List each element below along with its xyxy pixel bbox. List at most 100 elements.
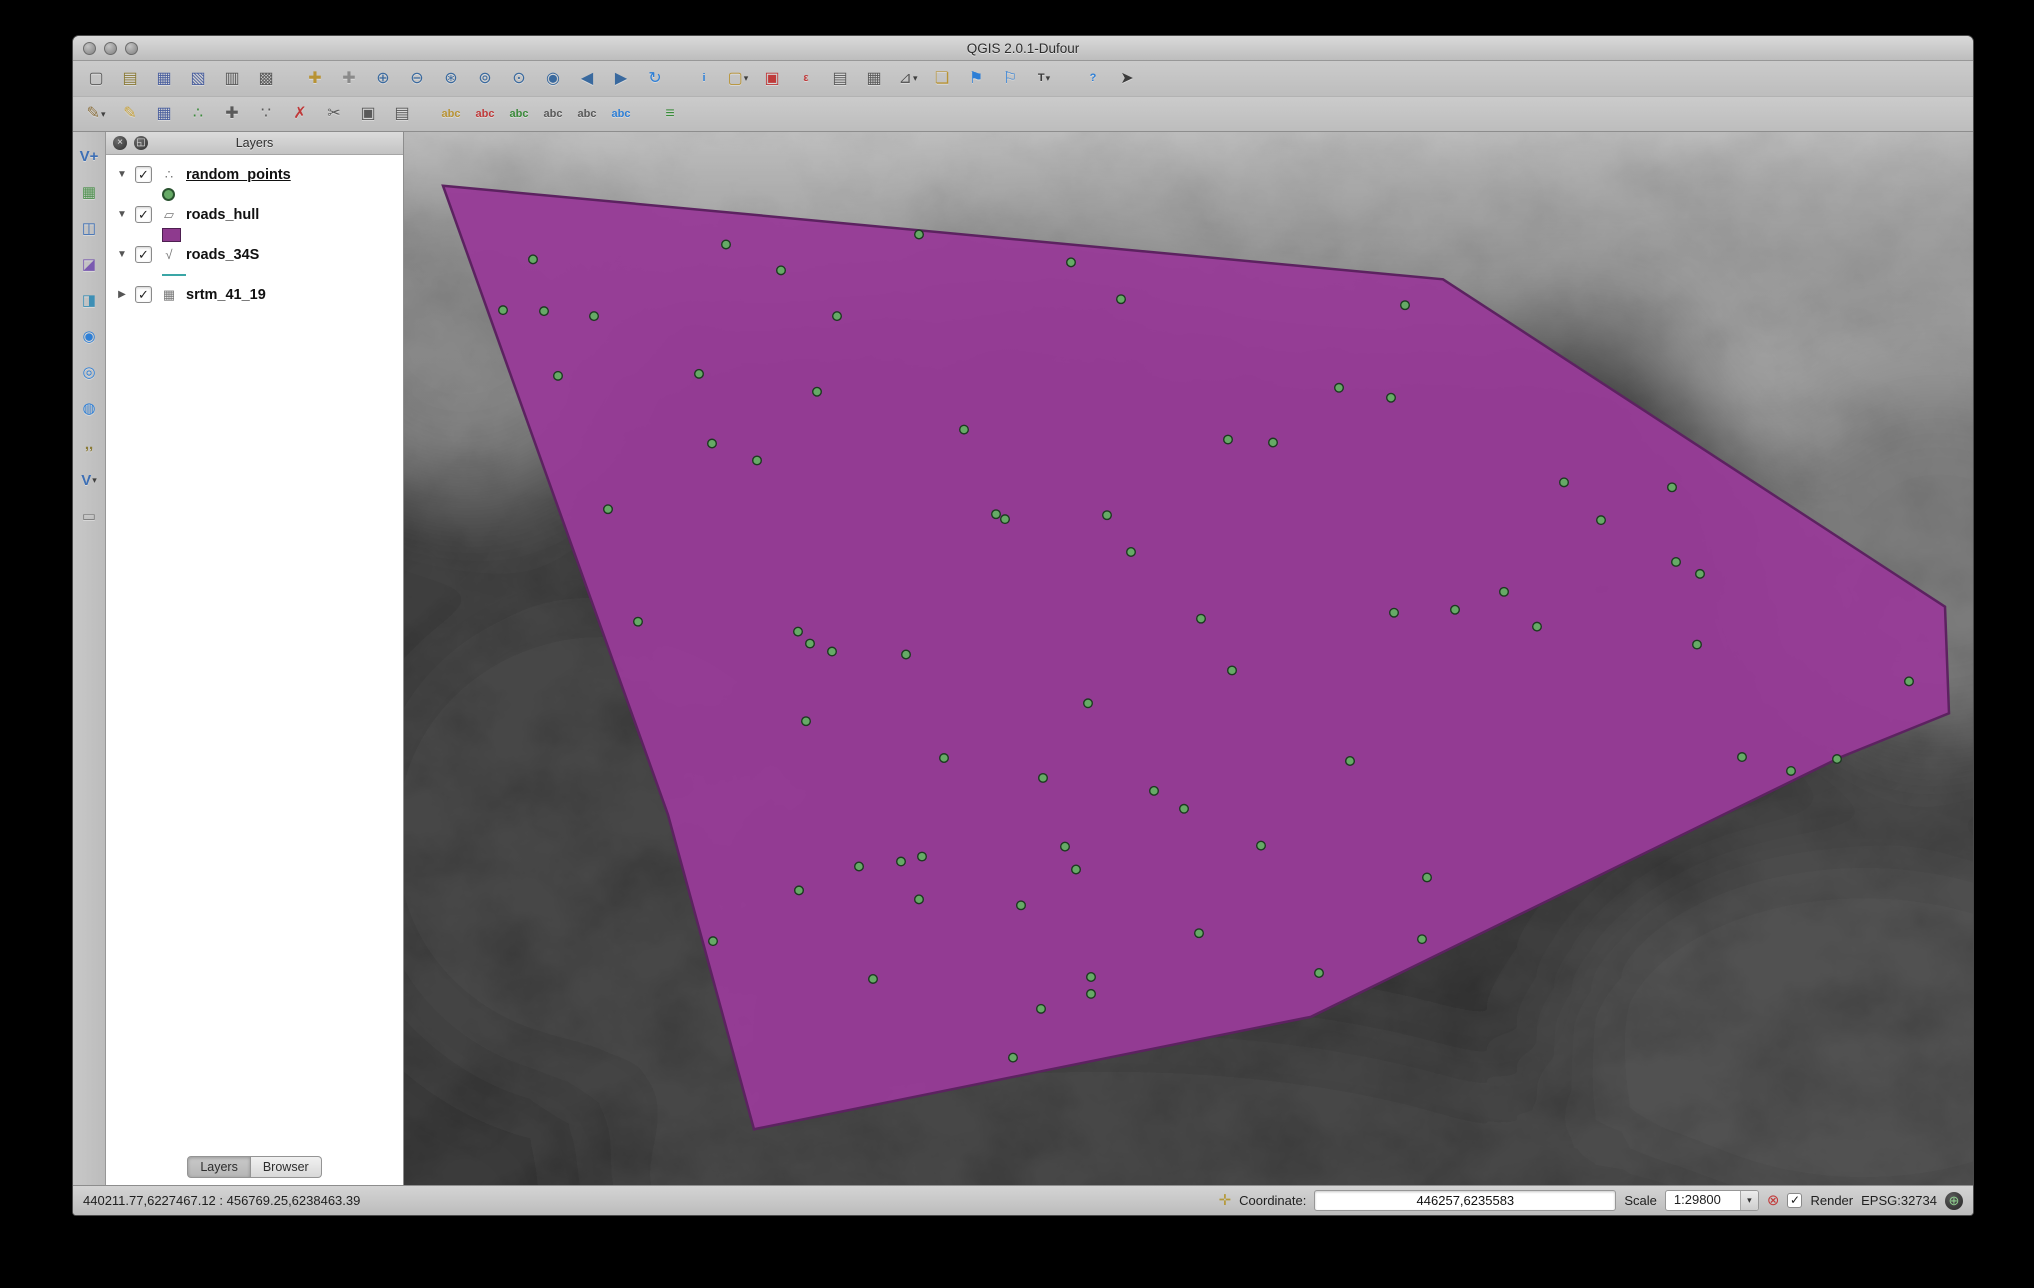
crs-status-icon[interactable]: ⊕ xyxy=(1945,1192,1963,1210)
layer-visibility-checkbox[interactable]: ✓ xyxy=(135,206,152,223)
add-spatialite-layer-button[interactable]: ◪ xyxy=(76,252,102,276)
text-annotation-button[interactable]: T▾ xyxy=(1028,65,1060,93)
save-project-as-button[interactable]: ▧ xyxy=(182,65,214,93)
layer-row-roads-hull[interactable]: ▼✓▱roads_hull xyxy=(106,203,403,226)
cut-features-button[interactable]: ✂ xyxy=(318,100,350,128)
map-canvas[interactable] xyxy=(404,132,1973,1185)
zoom-next-button[interactable]: ▶ xyxy=(605,65,637,93)
zoom-out-button[interactable]: ⊖ xyxy=(401,65,433,93)
add-feature-button[interactable]: ∴ xyxy=(182,100,214,128)
save-project-button[interactable]: ▦ xyxy=(148,65,180,93)
move-feature-button[interactable]: ✚ xyxy=(216,100,248,128)
layer-visibility-checkbox[interactable]: ✓ xyxy=(135,166,152,183)
add-vector-layer-button[interactable]: V+ xyxy=(76,144,102,168)
add-wfs-layer-button[interactable]: ◍ xyxy=(76,396,102,420)
identify-features-button[interactable]: i xyxy=(688,65,720,93)
add-postgis-layer-button[interactable]: ◫ xyxy=(76,216,102,240)
whats-this-button[interactable]: ➤ xyxy=(1111,65,1143,93)
field-calculator-button[interactable]: ▦ xyxy=(858,65,890,93)
zoom-native-icon: ⊛ xyxy=(444,71,457,87)
add-mssql-layer-button[interactable]: ◨ xyxy=(76,288,102,312)
node-tool-button[interactable]: ∵ xyxy=(250,100,282,128)
panel-close-button[interactable]: × xyxy=(113,136,127,150)
pan-to-selection-button[interactable]: ✚ xyxy=(333,65,365,93)
stop-render-icon[interactable]: ⊗ xyxy=(1767,1193,1780,1208)
paste-features-button[interactable]: ▤ xyxy=(386,100,418,128)
expand-collapse-icon[interactable]: ▼ xyxy=(116,249,128,260)
new-project-button[interactable]: ▢ xyxy=(80,65,112,93)
layer-row-random-points[interactable]: ▼✓∴random_points xyxy=(106,163,403,186)
scale-dropdown-arrow-icon[interactable]: ▾ xyxy=(1740,1191,1758,1210)
render-checkbox[interactable]: ✓ xyxy=(1787,1193,1802,1208)
add-raster-layer-icon: ▦ xyxy=(82,185,96,200)
expand-collapse-icon[interactable]: ▼ xyxy=(116,209,128,220)
coordinate-input[interactable] xyxy=(1314,1190,1616,1211)
delete-selected-button[interactable]: ✗ xyxy=(284,100,316,128)
remove-layer-button[interactable]: ▭ xyxy=(76,504,102,528)
zoom-window-button[interactable] xyxy=(125,42,138,55)
move-label-button[interactable]: abc xyxy=(537,100,569,128)
open-project-button[interactable]: ▤ xyxy=(114,65,146,93)
random-point xyxy=(806,639,815,648)
layer-row-srtm-41-19[interactable]: ▶✓▦srtm_41_19 xyxy=(106,283,403,306)
layer-visibility-checkbox[interactable]: ✓ xyxy=(135,246,152,263)
add-raster-layer-button[interactable]: ▦ xyxy=(76,180,102,204)
deselect-features-button[interactable]: ▣ xyxy=(756,65,788,93)
random-point xyxy=(1195,929,1204,938)
zoom-last-button[interactable]: ◀ xyxy=(571,65,603,93)
expand-collapse-icon[interactable]: ▶ xyxy=(116,289,128,300)
minimize-window-button[interactable] xyxy=(104,42,117,55)
zoom-to-layer-button[interactable]: ⊙ xyxy=(503,65,535,93)
pin-labels-button[interactable]: abc xyxy=(469,100,501,128)
add-wms-layer-button[interactable]: ◉ xyxy=(76,324,102,348)
zoom-full-button[interactable]: ⊚ xyxy=(469,65,501,93)
scale-combo[interactable]: 1:29800 ▾ xyxy=(1665,1190,1759,1211)
zoom-in-button[interactable]: ⊕ xyxy=(367,65,399,93)
labeling-icon: abc xyxy=(442,109,461,120)
pan-map-button[interactable]: ✚ xyxy=(299,65,331,93)
help-button[interactable]: ? xyxy=(1077,65,1109,93)
titlebar[interactable]: QGIS 2.0.1-Dufour xyxy=(73,36,1973,61)
panel-tab-browser[interactable]: Browser xyxy=(251,1156,322,1178)
open-attribute-table-button[interactable]: ▤ xyxy=(824,65,856,93)
new-print-composer-button[interactable]: ▥ xyxy=(216,65,248,93)
layer-visibility-checkbox[interactable]: ✓ xyxy=(135,286,152,303)
show-bookmarks-button[interactable]: ⚐ xyxy=(994,65,1026,93)
panel-float-button[interactable]: ◱ xyxy=(134,136,148,150)
label-engine-options-button[interactable]: ≡ xyxy=(654,100,686,128)
change-label-button[interactable]: abc xyxy=(605,100,637,128)
toolbar-separator xyxy=(673,67,686,91)
select-features-button[interactable]: ▢▾ xyxy=(722,65,754,93)
close-window-button[interactable] xyxy=(83,42,96,55)
expand-collapse-icon[interactable]: ▼ xyxy=(116,169,128,180)
save-layer-edits-button[interactable]: ▦ xyxy=(148,100,180,128)
measure-button[interactable]: ⊿▾ xyxy=(892,65,924,93)
random-point xyxy=(1451,605,1460,614)
map-tips-button[interactable]: ❏ xyxy=(926,65,958,93)
labeling-button[interactable]: abc xyxy=(435,100,467,128)
zoom-to-selection-button[interactable]: ◉ xyxy=(537,65,569,93)
panel-tab-layers[interactable]: Layers xyxy=(187,1156,251,1178)
new-bookmark-button[interactable]: ⚑ xyxy=(960,65,992,93)
zoom-to-selection-icon: ◉ xyxy=(546,71,560,87)
copy-features-button[interactable]: ▣ xyxy=(352,100,384,128)
composer-manager-button[interactable]: ▩ xyxy=(250,65,282,93)
content-area: V+▦◫◪◨◉◎◍,,V▾▭ × ◱ Layers ▼✓∴random_poin… xyxy=(73,132,1973,1185)
add-mssql-layer-icon: ◨ xyxy=(82,293,96,308)
refresh-map-button[interactable]: ↻ xyxy=(639,65,671,93)
zoom-native-button[interactable]: ⊛ xyxy=(435,65,467,93)
add-wcs-layer-button[interactable]: ◎ xyxy=(76,360,102,384)
select-by-expression-button[interactable]: ε xyxy=(790,65,822,93)
layer-row-roads-34s[interactable]: ▼✓√roads_34S xyxy=(106,243,403,266)
random-point xyxy=(1061,842,1070,851)
rotate-label-icon: abc xyxy=(578,109,597,120)
new-shapefile-layer-button[interactable]: V▾ xyxy=(76,468,102,492)
mouse-position-icon[interactable]: ✛ xyxy=(1219,1193,1232,1208)
rotate-label-button[interactable]: abc xyxy=(571,100,603,128)
layer-symbol xyxy=(162,228,181,242)
current-edits-button[interactable]: ✎▾ xyxy=(80,100,112,128)
toggle-editing-icon: ✎ xyxy=(123,106,136,122)
toggle-editing-button[interactable]: ✎ xyxy=(114,100,146,128)
add-delimited-text-layer-button[interactable]: ,, xyxy=(76,432,102,456)
highlight-pinned-labels-button[interactable]: abc xyxy=(503,100,535,128)
